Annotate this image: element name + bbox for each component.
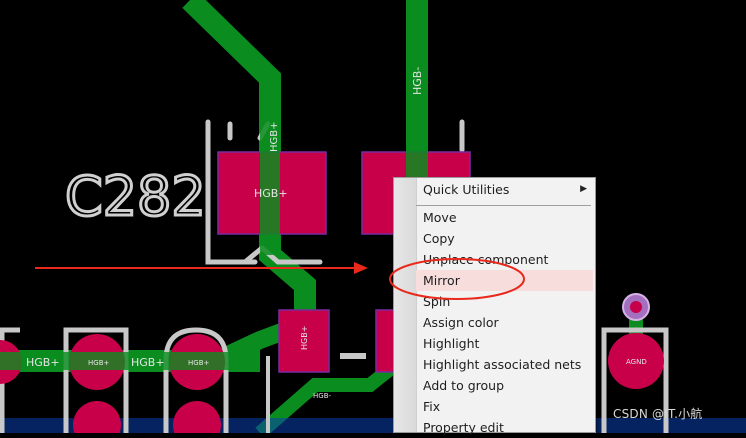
menu-item-highlight-associated-nets[interactable]: Highlight associated nets	[416, 354, 593, 375]
designator-label: C282	[65, 165, 206, 228]
watermark: CSDN @IT.小航	[613, 407, 703, 421]
pad-bottom-4[interactable]	[73, 401, 121, 433]
via-agnd-hole	[630, 301, 642, 313]
net-label-trace-top: HGB+	[269, 121, 280, 152]
net-label-bottom-pad-1: HGB+	[88, 359, 109, 367]
menu-item-add-to-group[interactable]: Add to group	[416, 375, 593, 396]
silk-dash	[340, 353, 366, 359]
menu-item-unplace-component[interactable]: Unplace component	[416, 249, 593, 270]
menu-item-copy[interactable]: Copy	[416, 228, 593, 249]
menu-item-highlight[interactable]: Highlight	[416, 333, 593, 354]
menu-item-spin[interactable]: Spin	[416, 291, 593, 312]
pcb-canvas[interactable]: C282 HGB+ HGB- HGB+ HGB+ HGB- HGB+ HGB+ …	[0, 0, 746, 433]
submenu-arrow-icon: ▶	[580, 184, 587, 194]
context-menu: Quick Utilities ▶ Move Copy Unplace componen…	[393, 177, 596, 435]
net-label-bottom-trace-1: HGB+	[26, 356, 60, 369]
pad-bottom-5[interactable]	[173, 401, 221, 433]
menu-item-mirror[interactable]: Mirror	[416, 270, 593, 291]
net-label-trace-right: HGB-	[411, 67, 424, 95]
net-label-small-trace: HGB-	[313, 392, 331, 400]
net-label-bottom-pad-2: HGB+	[188, 359, 209, 367]
menu-item-fix[interactable]: Fix	[416, 396, 593, 417]
menu-item-quick-utilities[interactable]: Quick Utilities ▶	[416, 179, 593, 200]
net-label-bottom-trace-2: HGB+	[131, 356, 165, 369]
net-label-pad1: HGB+	[254, 187, 288, 200]
menu-separator	[416, 205, 591, 206]
menu-icon-gutter	[394, 178, 417, 432]
net-label-agnd: AGND	[626, 358, 647, 366]
net-label-small-pad: HGB+	[300, 326, 309, 350]
menu-item-property-edit[interactable]: Property edit	[416, 417, 593, 438]
menu-item-move[interactable]: Move	[416, 207, 593, 228]
trace-over-pad2	[406, 150, 428, 180]
menu-item-assign-color[interactable]: Assign color	[416, 312, 593, 333]
